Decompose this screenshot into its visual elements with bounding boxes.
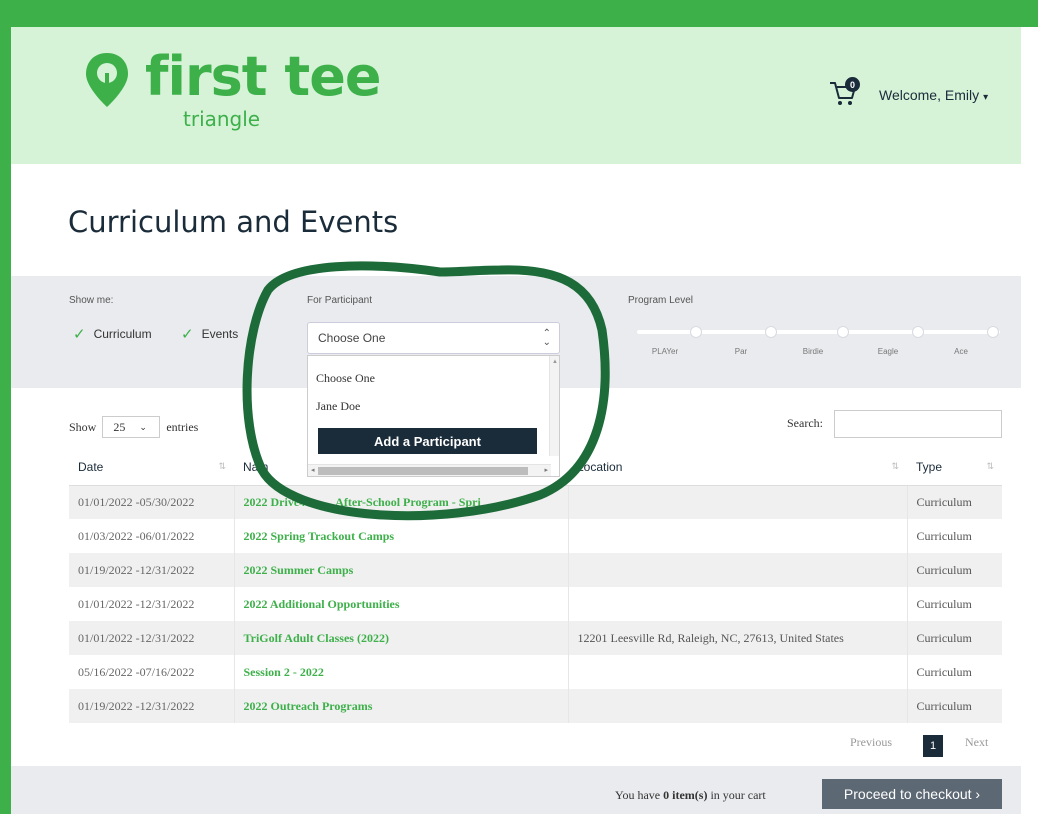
row-type: Curriculum xyxy=(916,664,972,679)
table-row: 01/01/2022 -12/31/2022 TriGolf Adult Cla… xyxy=(69,621,1002,655)
sort-icon: ⇅ xyxy=(986,461,994,471)
table-row: 01/03/2022 -06/01/2022 2022 Spring Track… xyxy=(69,519,1002,553)
row-location xyxy=(568,655,908,689)
logo-wordmark: first tee xyxy=(145,45,381,108)
dropdown-vertical-scrollbar[interactable]: ▲ xyxy=(549,356,559,456)
program-level-slider[interactable] xyxy=(631,326,1006,338)
dropdown-option-jane-doe[interactable]: Jane Doe xyxy=(308,392,559,420)
scroll-left-icon: ◂ xyxy=(311,467,315,474)
table-row: 01/01/2022 -12/31/2022 2022 Additional O… xyxy=(69,587,1002,621)
check-icon: ✓ xyxy=(73,326,86,343)
check-icon: ✓ xyxy=(181,326,194,343)
dropdown-option-choose-one[interactable]: Choose One xyxy=(308,364,559,392)
level-player: PLAYer xyxy=(651,347,679,356)
row-location xyxy=(568,519,908,553)
row-name-link[interactable]: 2022 Drive4 After-School Program - Spri xyxy=(234,485,569,519)
level-ace: Ace xyxy=(954,347,968,356)
cart-items-count: 0 item(s) xyxy=(663,788,708,802)
row-location xyxy=(568,485,908,519)
sort-icon: ⇅ xyxy=(218,461,226,471)
pagination-previous[interactable]: Previous xyxy=(850,735,892,750)
participant-label: For Participant xyxy=(307,295,373,306)
cart-suffix-text: in your cart xyxy=(710,788,766,802)
table-row: 01/19/2022 -12/31/2022 2022 Summer Camps… xyxy=(69,553,1002,587)
select-arrows-icon: ⌃ ⌄ xyxy=(542,328,551,348)
location-pin-icon xyxy=(86,53,128,107)
user-menu[interactable]: Welcome, Emily ▾ xyxy=(879,87,988,103)
row-type: Curriculum xyxy=(916,528,972,543)
dropdown-horizontal-scrollbar[interactable]: ◂ ▸ xyxy=(308,464,551,476)
sort-icon: ⇅ xyxy=(891,461,899,471)
level-eagle: Eagle xyxy=(877,347,899,356)
events-table: Date ⇅ Nam Location ⇅ Type ⇅ 01/01/2022 -05… xyxy=(69,450,1002,723)
cart-count-badge: 0 xyxy=(845,77,860,92)
row-date: 01/19/2022 -12/31/2022 xyxy=(69,689,235,723)
row-location xyxy=(568,689,908,723)
row-date: 01/03/2022 -06/01/2022 xyxy=(69,519,235,553)
row-name-link[interactable]: 2022 Spring Trackout Camps xyxy=(234,519,569,553)
top-accent-bar xyxy=(0,0,1038,27)
add-participant-button[interactable]: Add a Participant xyxy=(318,428,537,454)
proceed-to-checkout-button[interactable]: Proceed to checkout › xyxy=(822,779,1002,809)
events-checkbox[interactable]: ✓ Events xyxy=(181,325,238,343)
chevron-down-icon: ⌄ xyxy=(139,421,147,432)
column-header-date[interactable]: Date ⇅ xyxy=(69,450,234,486)
row-date: 05/16/2022 -07/16/2022 xyxy=(69,655,235,689)
page-title: Curriculum and Events xyxy=(68,205,399,239)
show-me-label: Show me: xyxy=(69,295,114,306)
search-input[interactable] xyxy=(834,410,1002,438)
welcome-text: Welcome, Emily xyxy=(879,87,980,103)
row-type: Curriculum xyxy=(907,553,1002,587)
first-tee-logo[interactable]: first tee triangle xyxy=(83,45,381,131)
scroll-right-icon: ▸ xyxy=(544,467,548,474)
row-type: Curriculum xyxy=(907,689,1002,723)
participant-dropdown-list: Choose One Jane Doe Add a Participant ▲ … xyxy=(307,355,560,477)
curriculum-label: Curriculum xyxy=(93,327,152,341)
table-row: 05/16/2022 -07/16/2022 Session 2 - 2022 … xyxy=(69,655,1002,689)
table-row: 01/01/2022 -05/30/2022 2022 Drive4 After-… xyxy=(69,485,1002,519)
row-location xyxy=(568,553,908,587)
program-level-label: Program Level xyxy=(628,295,694,306)
row-name-link[interactable]: Session 2 - 2022 xyxy=(234,655,569,689)
entries-value: 25 xyxy=(113,419,126,434)
logo-subtitle: triangle xyxy=(183,107,261,131)
caret-down-icon: ▾ xyxy=(983,92,989,103)
row-location: 12201 Leesville Rd, Raleigh, NC, 27613, … xyxy=(568,621,908,655)
pagination-next[interactable]: Next xyxy=(965,735,988,750)
pagination-page-1[interactable]: 1 xyxy=(923,735,943,757)
show-label: Show xyxy=(69,419,97,434)
level-birdie: Birdie xyxy=(802,347,824,356)
row-location xyxy=(568,587,908,621)
row-date: 01/01/2022 -12/31/2022 xyxy=(69,587,235,621)
row-type: Curriculum xyxy=(916,596,972,611)
row-type: Curriculum xyxy=(907,485,1002,519)
participant-selected-value: Choose One xyxy=(318,331,386,345)
row-name-link[interactable]: 2022 Additional Opportunities xyxy=(234,587,569,621)
row-name-link[interactable]: TriGolf Adult Classes (2022) xyxy=(234,621,569,655)
participant-select[interactable]: Choose One ⌃ ⌄ xyxy=(307,322,560,354)
entries-control: Show 25 ⌄ entries xyxy=(69,416,198,438)
row-date: 01/01/2022 -05/30/2022 xyxy=(69,485,235,519)
row-date: 01/19/2022 -12/31/2022 xyxy=(69,553,235,587)
cart-prefix-text: You have xyxy=(615,788,661,802)
table-row: 01/19/2022 -12/31/2022 2022 Outreach Pro… xyxy=(69,689,1002,723)
cart-summary: You have 0 item(s) in your cart xyxy=(615,788,766,803)
search-label: Search: xyxy=(787,416,823,430)
scroll-up-icon: ▲ xyxy=(552,359,558,365)
row-name-link[interactable]: 2022 Outreach Programs xyxy=(234,689,569,723)
events-label: Events xyxy=(201,327,239,341)
site-header: first tee triangle 0 Welcome, Emily ▾ xyxy=(11,27,1021,164)
scrollbar-thumb[interactable] xyxy=(318,467,528,475)
left-accent-border xyxy=(0,0,11,814)
shopping-cart-icon[interactable]: 0 xyxy=(828,77,860,109)
row-type: Curriculum xyxy=(907,621,1002,655)
column-header-location[interactable]: Location ⇅ xyxy=(568,450,907,486)
curriculum-checkbox[interactable]: ✓ Curriculum xyxy=(73,325,152,343)
entries-label: entries xyxy=(166,419,199,434)
entries-select[interactable]: 25 ⌄ xyxy=(102,416,161,438)
column-header-type[interactable]: Type ⇅ xyxy=(907,450,1002,486)
row-name-link[interactable]: 2022 Summer Camps xyxy=(234,553,569,587)
level-par: Par xyxy=(734,347,748,356)
row-date: 01/01/2022 -12/31/2022 xyxy=(69,621,235,655)
